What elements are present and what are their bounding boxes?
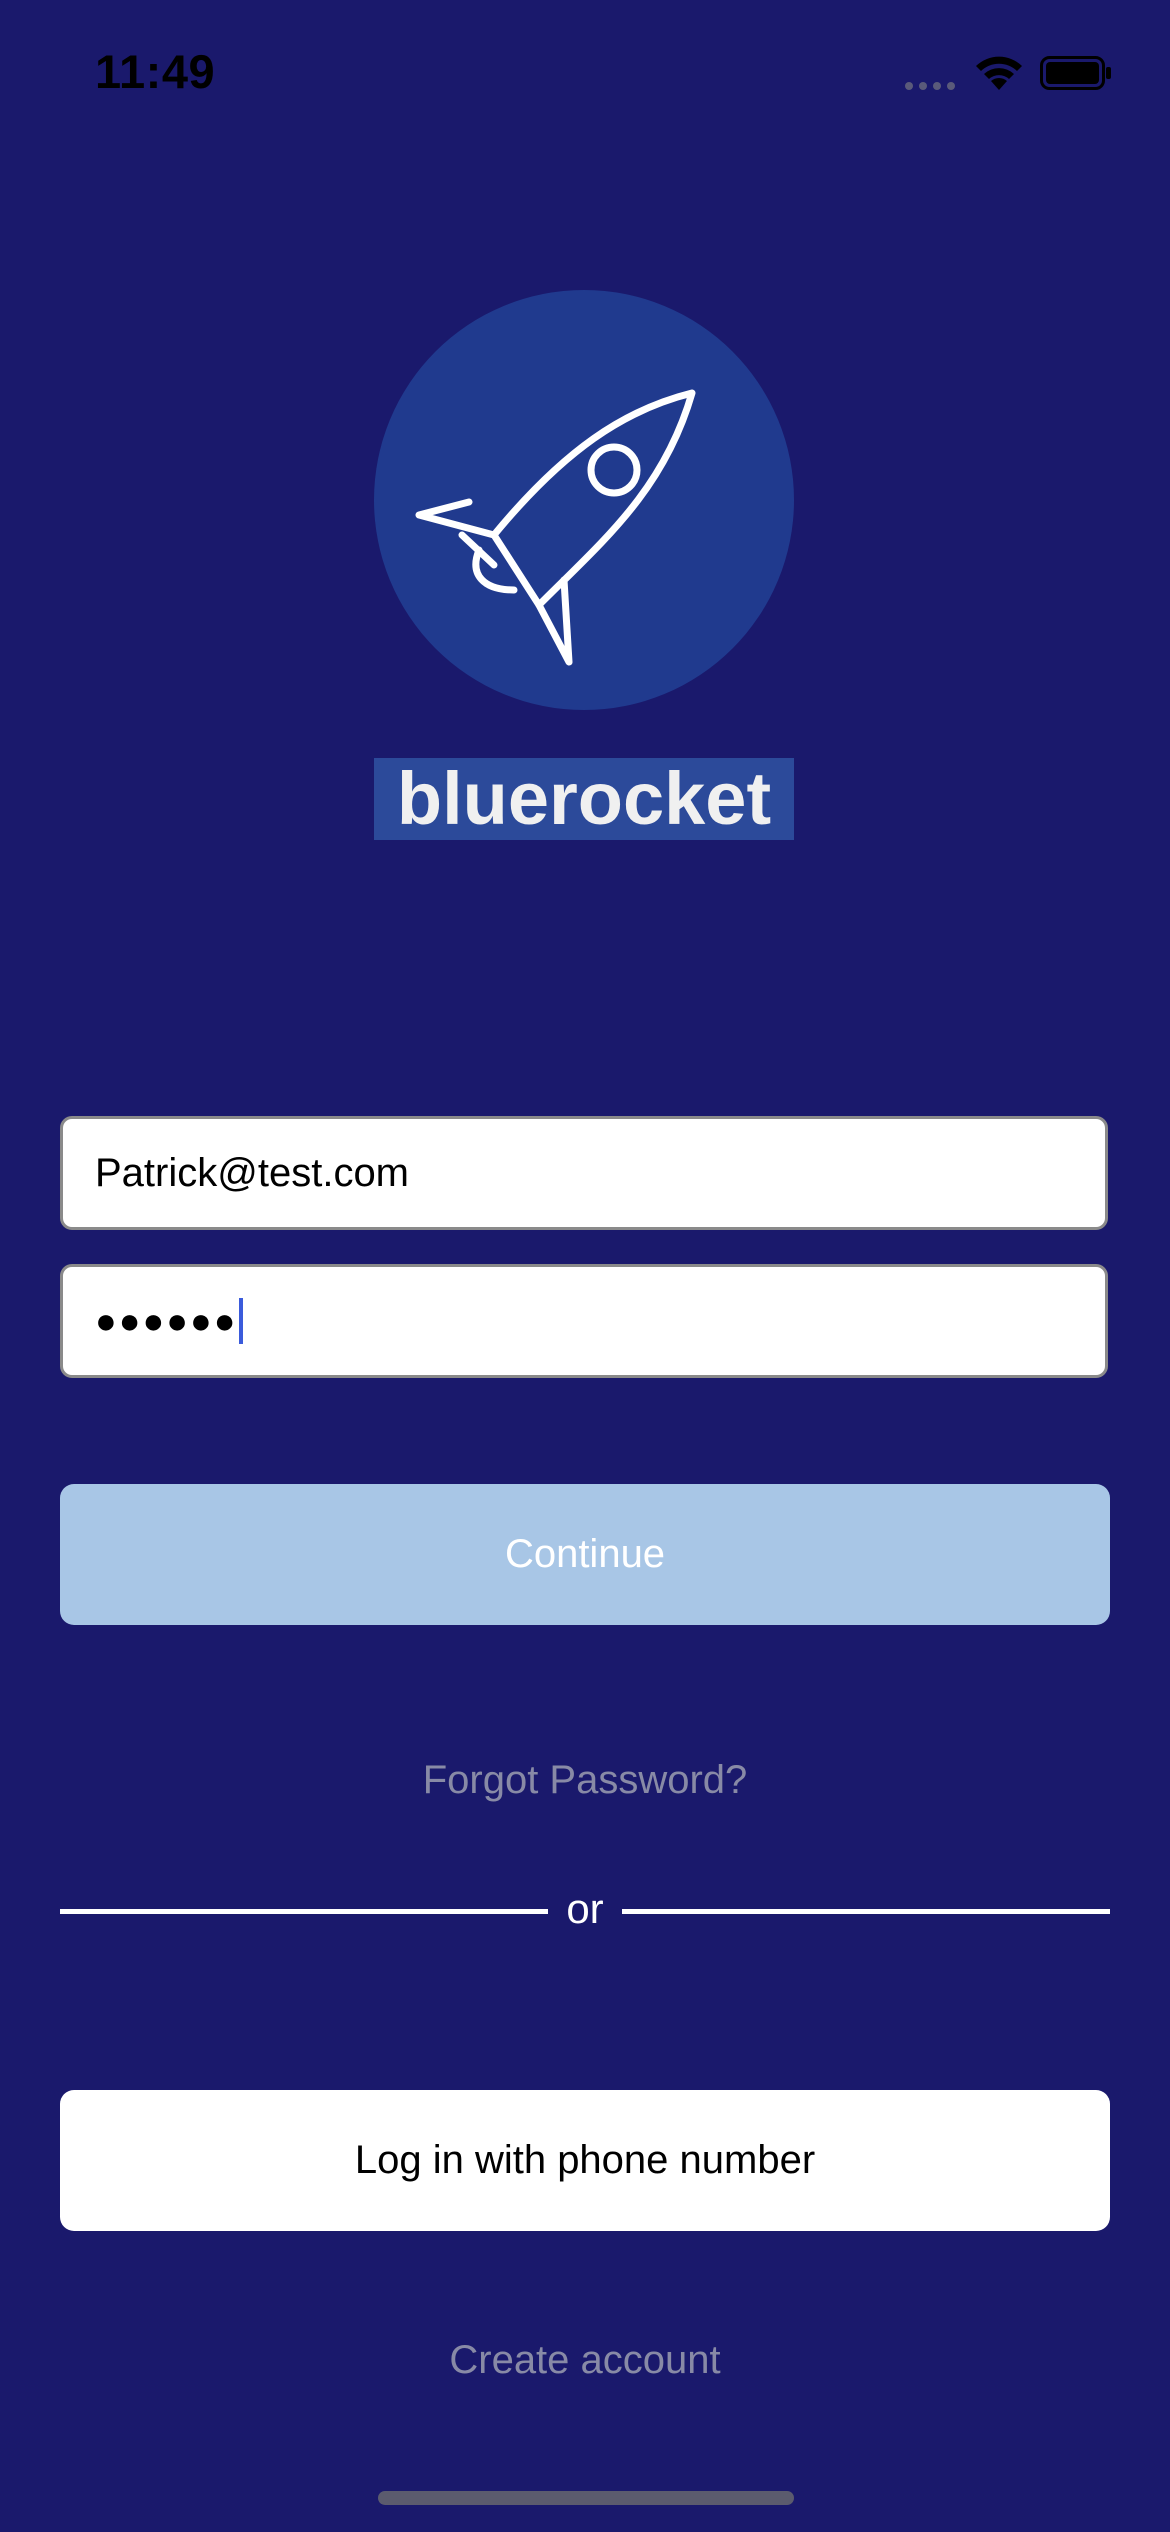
text-caret bbox=[239, 1298, 244, 1344]
brand-name: bluerocket bbox=[374, 758, 794, 840]
email-field[interactable]: Patrick@test.com bbox=[60, 1116, 1108, 1230]
password-field[interactable]: ●●●●●● bbox=[60, 1264, 1108, 1378]
divider-line-left bbox=[60, 1909, 548, 1914]
status-time: 11:49 bbox=[95, 45, 216, 98]
divider-line-right bbox=[622, 1909, 1110, 1914]
home-indicator[interactable] bbox=[378, 2491, 794, 2505]
phone-login-button[interactable]: Log in with phone number bbox=[60, 2090, 1110, 2231]
battery-icon bbox=[1040, 56, 1111, 90]
app-logo bbox=[374, 290, 794, 710]
wifi-icon bbox=[976, 56, 1022, 90]
rocket-icon bbox=[415, 389, 696, 666]
create-account-link[interactable]: Create account bbox=[0, 2338, 1170, 2383]
divider-or-text: or bbox=[566, 1885, 604, 1932]
email-field-value: Patrick@test.com bbox=[95, 1150, 410, 1195]
continue-button[interactable]: Continue bbox=[60, 1484, 1110, 1625]
forgot-password-link[interactable]: Forgot Password? bbox=[0, 1758, 1170, 1803]
password-field-value: ●●●●●● bbox=[95, 1300, 238, 1341]
cellular-signal-icon bbox=[905, 82, 955, 90]
